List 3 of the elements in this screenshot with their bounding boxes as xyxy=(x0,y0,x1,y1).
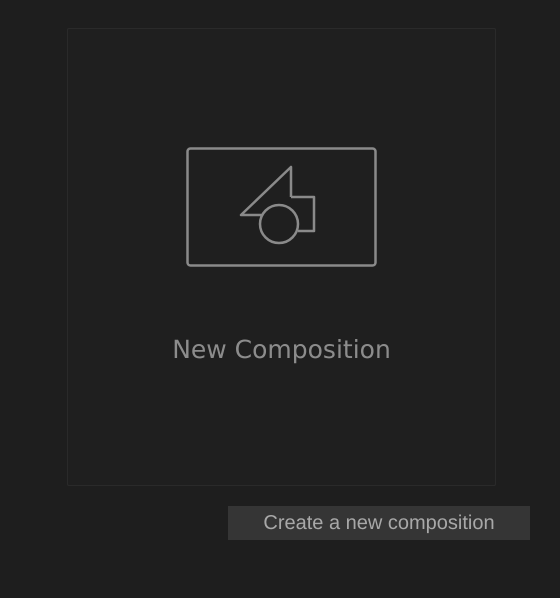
tooltip: Create a new composition xyxy=(228,506,530,540)
composition-icon xyxy=(186,147,377,267)
new-composition-card[interactable]: New Composition xyxy=(67,28,496,486)
